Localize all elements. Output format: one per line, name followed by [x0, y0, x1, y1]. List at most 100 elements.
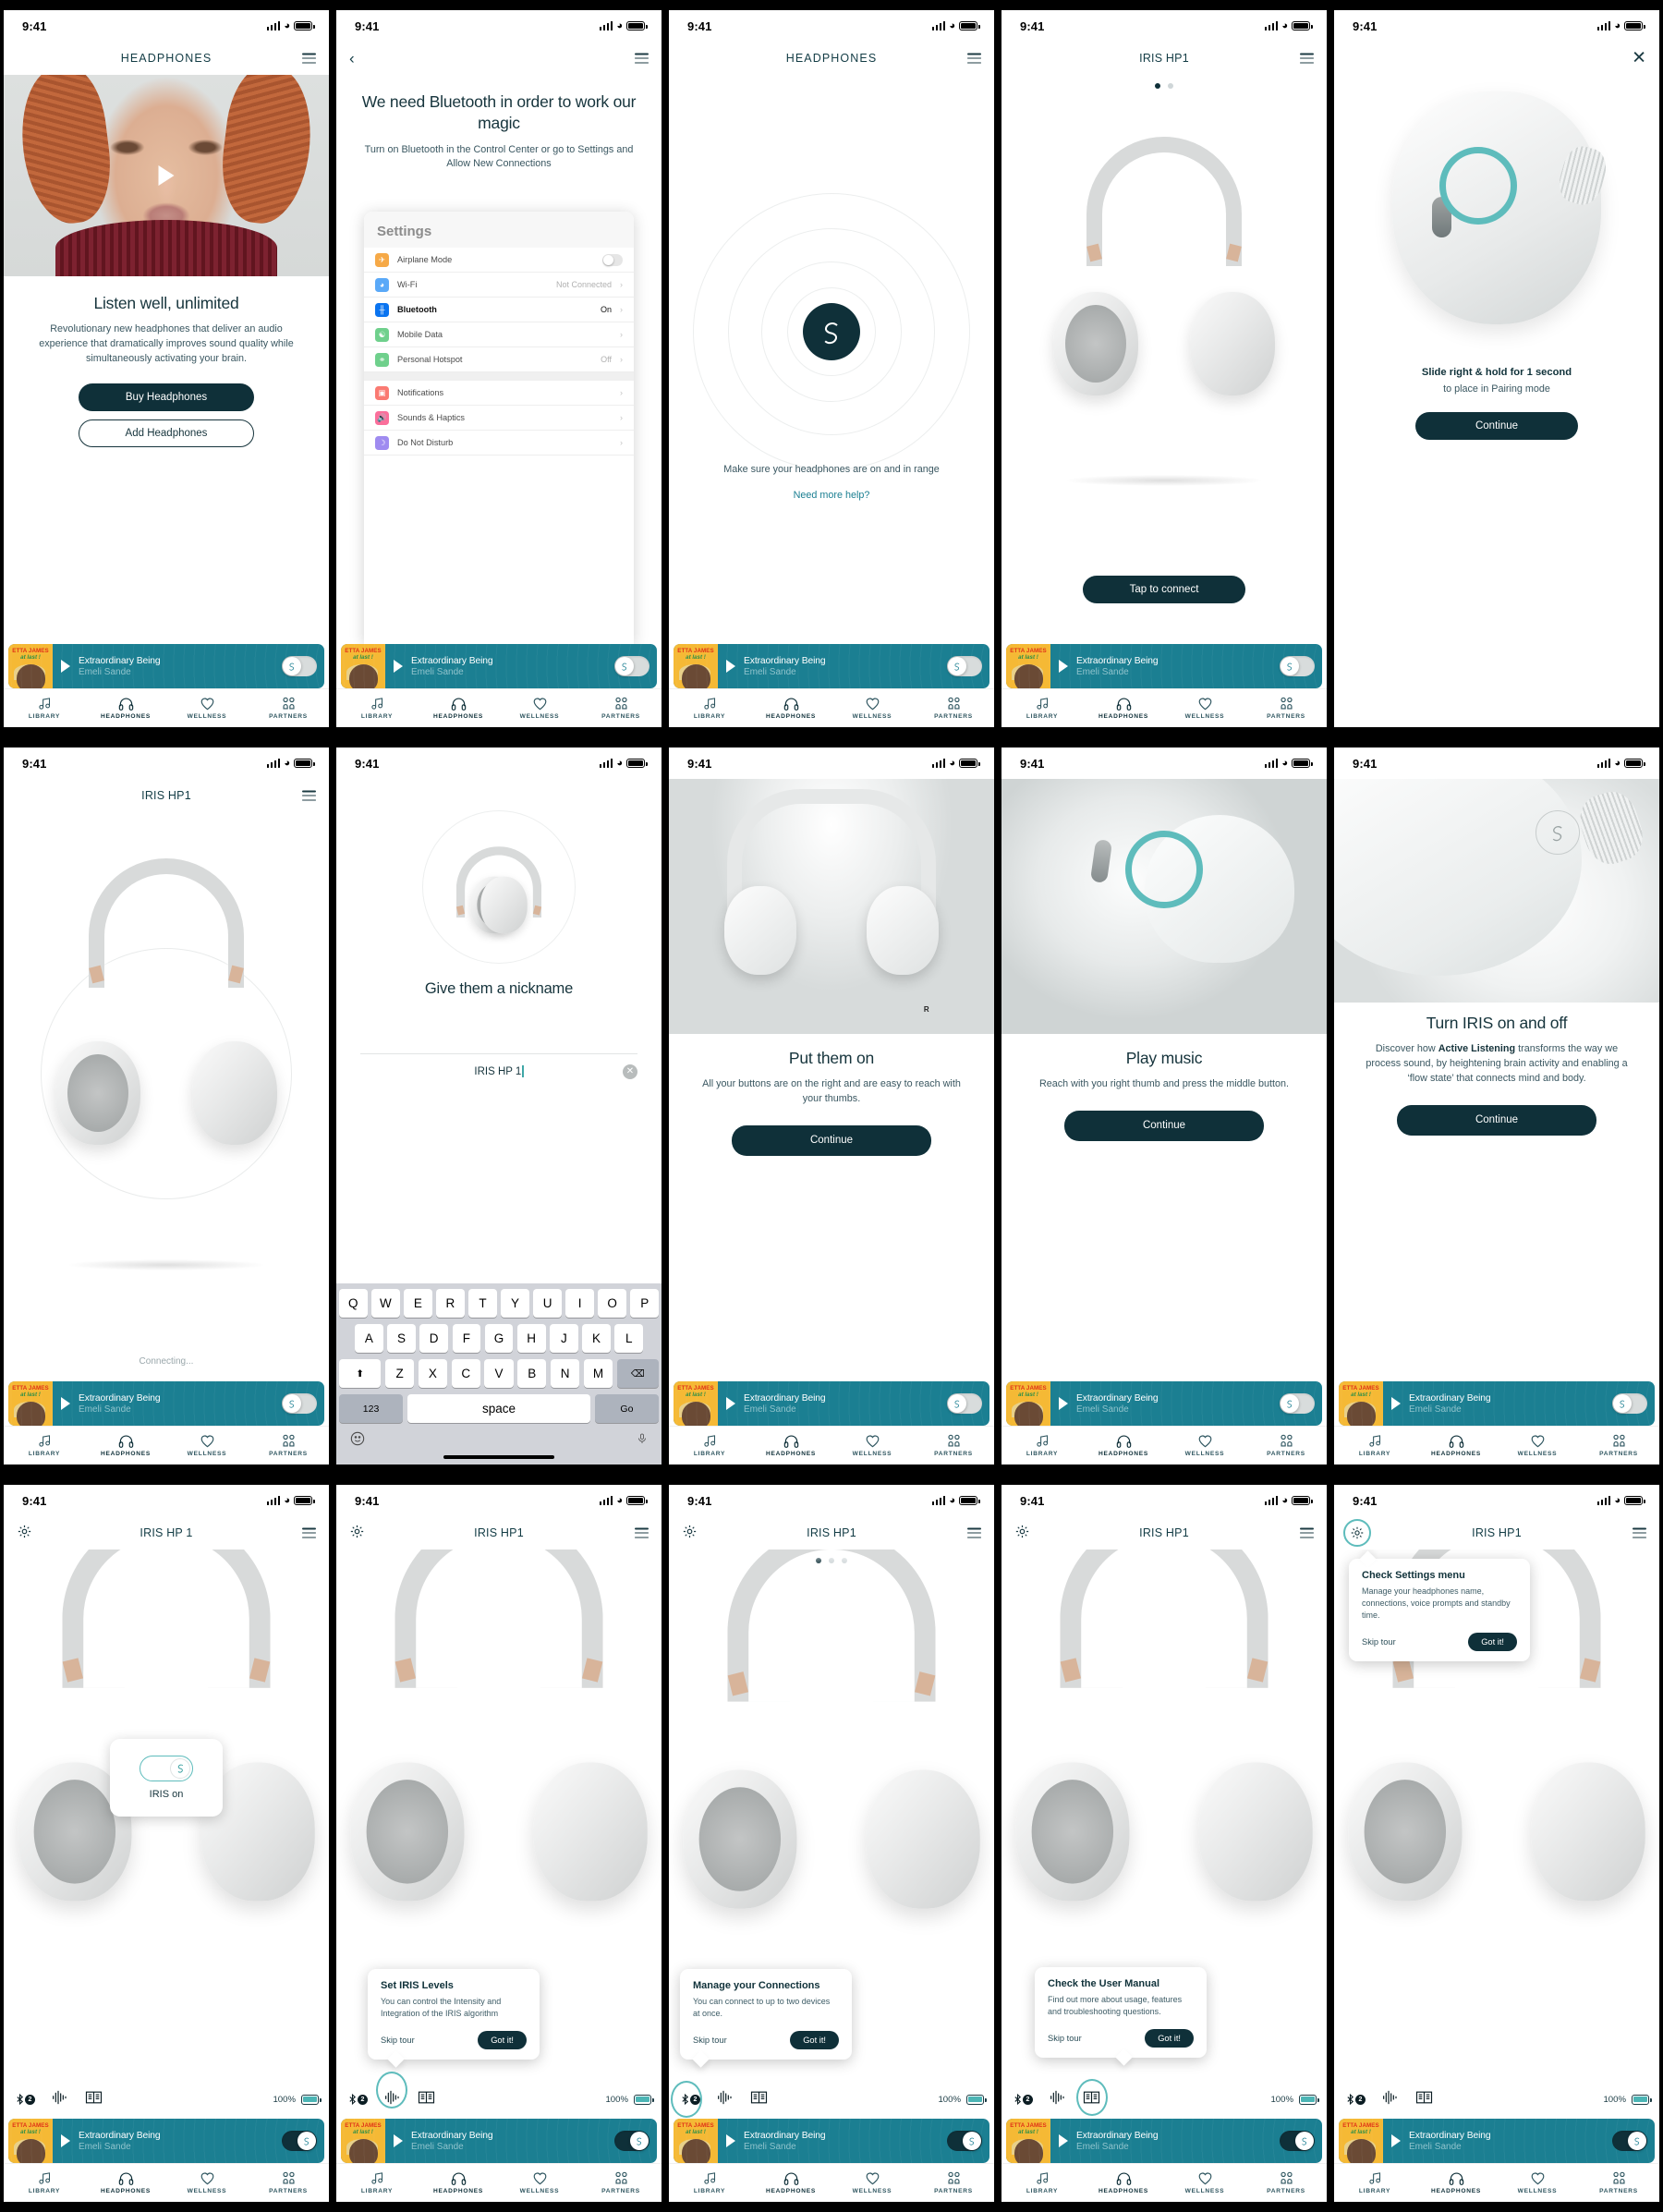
sidebar-item-wellness[interactable]: WELLNESS: [832, 2164, 913, 2202]
iris-toggle[interactable]: [1280, 644, 1322, 688]
mini-player[interactable]: ETTA JAMES at last ! Extraordinary Being E…: [1006, 644, 1322, 688]
settings-row-airplane[interactable]: ✈ Airplane Mode: [364, 248, 634, 273]
sidebar-item-library[interactable]: LIBRARY: [1001, 2164, 1083, 2202]
sidebar-item-partners[interactable]: PARTNERS: [248, 689, 329, 727]
user-manual-button[interactable]: [1415, 2090, 1433, 2109]
sidebar-item-headphones[interactable]: HEADPHONES: [750, 2164, 832, 2202]
iris-levels-button[interactable]: [1049, 2090, 1067, 2109]
sidebar-item-library[interactable]: LIBRARY: [1001, 689, 1083, 727]
sidebar-item-library[interactable]: LIBRARY: [336, 2164, 418, 2202]
key-e[interactable]: E: [404, 1289, 432, 1318]
iris-toggle[interactable]: [282, 2119, 324, 2163]
sidebar-item-wellness[interactable]: WELLNESS: [499, 689, 580, 727]
sidebar-item-headphones[interactable]: HEADPHONES: [750, 1427, 832, 1465]
sidebar-item-partners[interactable]: PARTNERS: [248, 2164, 329, 2202]
player-play-button[interactable]: [1050, 644, 1076, 688]
menu-button[interactable]: [302, 790, 316, 801]
player-play-button[interactable]: [1383, 2119, 1409, 2163]
sidebar-item-library[interactable]: LIBRARY: [1334, 2164, 1415, 2202]
go-key[interactable]: Go: [594, 1394, 659, 1423]
mini-player[interactable]: ETTA JAMES at last ! Extraordinary Being E…: [8, 1381, 324, 1426]
mini-player[interactable]: ETTA JAMES at last ! Extraordinary Being E…: [1006, 2119, 1322, 2163]
key-h[interactable]: H: [516, 1324, 546, 1353]
player-play-button[interactable]: [385, 2119, 411, 2163]
key-c[interactable]: C: [451, 1359, 480, 1388]
mini-player[interactable]: ETTA JAMES at last ! Extraordinary Being E…: [341, 2119, 657, 2163]
continue-button[interactable]: Continue: [1415, 412, 1578, 441]
menu-button[interactable]: [967, 1527, 981, 1538]
bottom-tab-bar[interactable]: LIBRARY HEADPHONES WELLNESS PARTNERS: [336, 688, 662, 727]
iris-toggle[interactable]: [1280, 1381, 1322, 1426]
got-it-button[interactable]: Got it!: [790, 2031, 839, 2049]
bottom-tab-bar[interactable]: LIBRARY HEADPHONES WELLNESS PARTNERS: [669, 688, 994, 727]
bottom-tab-bar[interactable]: LIBRARY HEADPHONES WELLNESS PARTNERS: [669, 1426, 994, 1465]
key-m[interactable]: M: [583, 1359, 613, 1388]
sidebar-item-headphones[interactable]: HEADPHONES: [85, 689, 166, 727]
continue-button[interactable]: Continue: [732, 1124, 931, 1156]
player-play-button[interactable]: [53, 644, 79, 688]
player-play-button[interactable]: [718, 2119, 744, 2163]
bottom-tab-bar[interactable]: LIBRARY HEADPHONES WELLNESS PARTNERS: [336, 2163, 662, 2202]
sidebar-item-headphones[interactable]: HEADPHONES: [1083, 1427, 1164, 1465]
bottom-tab-bar[interactable]: LIBRARY HEADPHONES WELLNESS PARTNERS: [1001, 688, 1327, 727]
skip-tour-button[interactable]: Skip tour: [1048, 2034, 1082, 2043]
key-o[interactable]: O: [598, 1289, 626, 1318]
sidebar-item-wellness[interactable]: WELLNESS: [166, 2164, 248, 2202]
bluetooth-connections[interactable]: 2: [1012, 2092, 1033, 2107]
user-manual-button[interactable]: [750, 2090, 768, 2109]
player-play-button[interactable]: [385, 644, 411, 688]
sidebar-item-partners[interactable]: PARTNERS: [1245, 2164, 1327, 2202]
key-n[interactable]: N: [550, 1359, 580, 1388]
sidebar-item-library[interactable]: LIBRARY: [4, 689, 85, 727]
key-a[interactable]: A: [354, 1324, 383, 1353]
bottom-tab-bar[interactable]: LIBRARY HEADPHONES WELLNESS PARTNERS: [1334, 1426, 1659, 1465]
got-it-button[interactable]: Got it!: [1468, 1633, 1517, 1652]
skip-tour-button[interactable]: Skip tour: [381, 2036, 415, 2045]
back-chevron-icon[interactable]: ‹: [349, 51, 355, 67]
skip-tour-button[interactable]: Skip tour: [1362, 1637, 1396, 1647]
player-play-button[interactable]: [53, 1381, 79, 1426]
menu-button[interactable]: [302, 53, 316, 64]
shift-icon[interactable]: ⬆: [339, 1359, 382, 1388]
bluetooth-connections[interactable]: 2: [671, 2081, 702, 2118]
key-g[interactable]: G: [484, 1324, 514, 1353]
sidebar-item-partners[interactable]: PARTNERS: [1578, 2164, 1659, 2202]
sidebar-item-headphones[interactable]: HEADPHONES: [85, 2164, 166, 2202]
bottom-tab-bar[interactable]: LIBRARY HEADPHONES WELLNESS PARTNERS: [1334, 2163, 1659, 2202]
dot-2[interactable]: [1168, 83, 1173, 89]
player-play-button[interactable]: [718, 1381, 744, 1426]
skip-tour-button[interactable]: Skip tour: [693, 2036, 727, 2045]
bottom-tab-bar[interactable]: LIBRARY HEADPHONES WELLNESS PARTNERS: [4, 688, 329, 727]
on-screen-keyboard[interactable]: Q W E R T Y U I O P A S D F G H J K L ⬆ …: [336, 1283, 662, 1465]
menu-button[interactable]: [1300, 1527, 1314, 1538]
settings-button[interactable]: [17, 1524, 32, 1542]
iris-toggle[interactable]: [614, 644, 657, 688]
settings-row-dnd[interactable]: ☽ Do Not Disturb ›: [364, 431, 634, 456]
settings-row-sounds[interactable]: 🔊 Sounds & Haptics ›: [364, 406, 634, 431]
mini-player[interactable]: ETTA JAMES at last ! Extraordinary Being E…: [1339, 1381, 1655, 1426]
settings-row-hotspot[interactable]: ⚭ Personal Hotspot Off ›: [364, 347, 634, 372]
sidebar-item-headphones[interactable]: HEADPHONES: [750, 689, 832, 727]
key-q[interactable]: Q: [339, 1289, 368, 1318]
sidebar-item-wellness[interactable]: WELLNESS: [1497, 2164, 1578, 2202]
sidebar-item-partners[interactable]: PARTNERS: [248, 1427, 329, 1465]
play-icon[interactable]: [158, 165, 175, 186]
settings-row-notifications[interactable]: ▣ Notifications ›: [364, 381, 634, 406]
sidebar-item-partners[interactable]: PARTNERS: [913, 689, 994, 727]
iris-toggle[interactable]: [282, 1381, 324, 1426]
sidebar-item-partners[interactable]: PARTNERS: [913, 2164, 994, 2202]
sidebar-item-wellness[interactable]: WELLNESS: [499, 2164, 580, 2202]
nickname-input[interactable]: IRIS HP 1 ✕: [336, 1053, 662, 1079]
iris-toggle[interactable]: [1612, 2119, 1655, 2163]
pagination-dots[interactable]: [1001, 75, 1327, 89]
sidebar-item-headphones[interactable]: HEADPHONES: [85, 1427, 166, 1465]
tour-tooltip[interactable]: Manage your Connections You can connect …: [680, 1968, 852, 2068]
sidebar-item-partners[interactable]: PARTNERS: [580, 689, 662, 727]
iris-toggle[interactable]: [282, 644, 324, 688]
key-f[interactable]: F: [452, 1324, 481, 1353]
key-r[interactable]: R: [436, 1289, 465, 1318]
player-play-button[interactable]: [718, 644, 744, 688]
settings-button[interactable]: [682, 1524, 698, 1542]
key-l[interactable]: L: [614, 1324, 644, 1353]
sidebar-item-headphones[interactable]: HEADPHONES: [1083, 689, 1164, 727]
